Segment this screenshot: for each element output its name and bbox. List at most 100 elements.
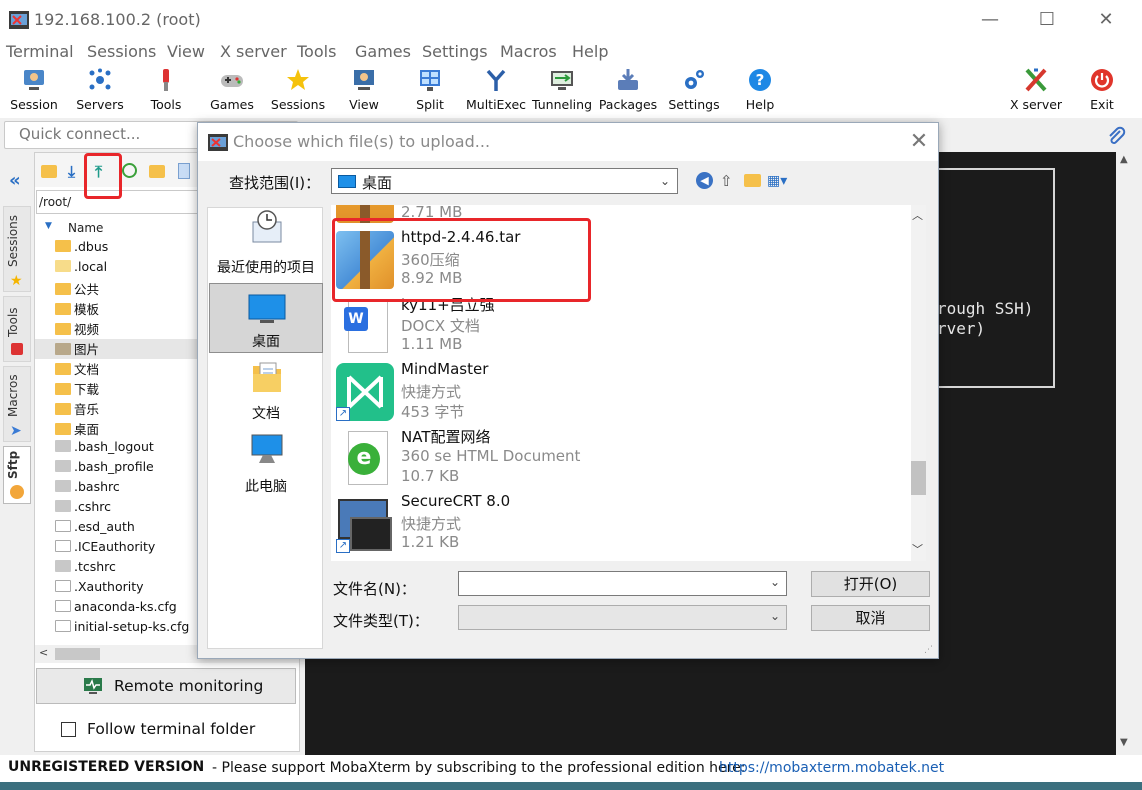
sftp-item[interactable]: 桌面 <box>55 419 99 439</box>
sftp-item-label: anaconda-ks.cfg <box>74 599 177 614</box>
toolbar-exit-button[interactable]: Exit <box>1069 64 1135 118</box>
download-icon[interactable]: ⤓ <box>68 162 75 182</box>
view-menu-icon[interactable]: ▦▾ <box>767 173 787 189</box>
sftp-item[interactable]: .bash_logout <box>55 439 154 459</box>
menu-view[interactable]: View <box>167 42 205 61</box>
toolbar-tunneling-button[interactable]: Tunneling <box>529 64 595 118</box>
scroll-thumb[interactable] <box>55 648 100 660</box>
toolbar-sessions-button[interactable]: Sessions <box>265 64 331 118</box>
toolbar-session-button[interactable]: Session <box>1 64 67 118</box>
sftp-item[interactable]: .bash_profile <box>55 459 154 479</box>
sftp-item[interactable]: .tcshrc <box>55 559 116 579</box>
cancel-button[interactable]: 取消 <box>811 605 930 631</box>
menu-games[interactable]: Games <box>355 42 411 61</box>
file-row[interactable]: ↗ MindMaster 快捷方式 453 字节 <box>331 357 905 423</box>
docx-icon: W <box>336 297 394 355</box>
sftp-item[interactable]: .cshrc <box>55 499 111 519</box>
sftp-item[interactable]: .dbus <box>55 239 108 259</box>
toolbar-multiexec-button[interactable]: MultiExec <box>463 64 529 118</box>
refresh-icon[interactable] <box>122 163 137 178</box>
remote-monitoring-button[interactable]: Remote monitoring <box>36 668 296 704</box>
maximize-button[interactable]: ☐ <box>1027 6 1067 34</box>
toolbar-packages-button[interactable]: Packages <box>595 64 661 118</box>
sftp-item[interactable]: .bashrc <box>55 479 120 499</box>
file-list-scrollbar[interactable]: ︿ ﹀ <box>911 205 926 561</box>
sftp-item[interactable]: 文档 <box>55 359 99 379</box>
sftp-item[interactable]: .ICEauthority <box>55 539 155 559</box>
name-column-header[interactable]: Name <box>68 221 103 235</box>
up-folder-icon[interactable]: ⇧ <box>720 172 733 190</box>
new-folder-icon[interactable] <box>744 174 761 187</box>
tab-macros[interactable]: Macros ➤ <box>3 366 31 442</box>
minimize-button[interactable]: — <box>970 6 1010 34</box>
sftp-item[interactable]: 下载 <box>55 379 99 399</box>
menu-settings[interactable]: Settings <box>422 42 488 61</box>
scroll-thumb[interactable] <box>911 461 926 495</box>
sftp-item[interactable]: 音乐 <box>55 399 99 419</box>
paperclip-icon[interactable] <box>1106 126 1126 146</box>
tab-sessions[interactable]: Sessions ★ <box>3 206 31 292</box>
new-folder-icon[interactable] <box>149 165 165 178</box>
menu-bar: Terminal Sessions View X server Tools Ga… <box>0 40 1142 64</box>
menu-terminal[interactable]: Terminal <box>6 42 74 61</box>
place-desktop[interactable]: 桌面 <box>209 283 323 353</box>
parent-folder-icon[interactable] <box>41 165 57 178</box>
sftp-item[interactable]: anaconda-ks.cfg <box>55 599 177 619</box>
tab-tools[interactable]: Tools <box>3 296 31 362</box>
chevron-down-icon[interactable]: ⌄ <box>770 609 780 623</box>
menu-x-server[interactable]: X server <box>220 42 287 61</box>
resize-grip-icon[interactable]: ⋰ <box>924 645 933 655</box>
look-in-dropdown[interactable]: 桌面 ⌄ <box>331 168 678 194</box>
file-row[interactable]: e NAT配置网络 360 se HTML Document 10.7 KB <box>331 423 905 489</box>
sftp-item[interactable]: .esd_auth <box>55 519 135 539</box>
file-row[interactable]: ↗ SecureCRT 8.0 快捷方式 1.21 KB <box>331 489 905 555</box>
scroll-down-icon[interactable]: ▼ <box>1120 737 1128 748</box>
expand-icon[interactable]: ▼ <box>45 221 52 231</box>
toolbar-split-button[interactable]: Split <box>397 64 463 118</box>
sftp-item[interactable]: 视频 <box>55 319 99 339</box>
menu-macros[interactable]: Macros <box>500 42 557 61</box>
sftp-item[interactable]: .local <box>55 259 107 279</box>
toolbar-help-button[interactable]: ? Help <box>727 64 793 118</box>
toolbar-servers-button[interactable]: Servers <box>67 64 133 118</box>
place-this-pc[interactable]: 此电脑 <box>209 429 323 499</box>
sftp-item[interactable]: initial-setup-ks.cfg <box>55 619 189 639</box>
new-file-icon[interactable] <box>178 163 190 179</box>
chevron-down-icon[interactable]: ⌄ <box>770 575 780 589</box>
remote-monitoring-label: Remote monitoring <box>114 677 264 695</box>
open-button[interactable]: 打开(O) <box>811 571 930 597</box>
file-type-select[interactable]: ⌄ <box>458 605 787 630</box>
collapse-panel-icon[interactable]: « <box>9 170 21 191</box>
menu-help[interactable]: Help <box>572 42 608 61</box>
scroll-down-icon[interactable]: ﹀ <box>912 541 923 557</box>
sftp-item-label: 视频 <box>74 322 100 337</box>
file-name-input[interactable]: ⌄ <box>458 571 787 596</box>
menu-sessions[interactable]: Sessions <box>87 42 156 61</box>
follow-checkbox[interactable] <box>61 722 76 737</box>
tab-sftp[interactable]: Sftp <box>3 446 31 504</box>
sftp-item[interactable]: 公共 <box>55 279 99 299</box>
sftp-item[interactable]: 模板 <box>55 299 99 319</box>
tunneling-icon <box>551 71 573 90</box>
place-recent[interactable]: 最近使用的项目 <box>209 210 323 280</box>
close-button[interactable]: ✕ <box>1086 6 1126 34</box>
dialog-close-button[interactable]: ✕ <box>904 128 934 156</box>
toolbar-tools-button[interactable]: Tools <box>133 64 199 118</box>
toolbar-settings-button[interactable]: Settings <box>661 64 727 118</box>
toolbar-x-server-button[interactable]: X server <box>1003 64 1069 118</box>
menu-tools[interactable]: Tools <box>297 42 336 61</box>
toolbar-games-button[interactable]: Games <box>199 64 265 118</box>
scroll-up-icon[interactable]: ▲ <box>1120 154 1128 165</box>
toolbar-view-button[interactable]: View <box>331 64 397 118</box>
chevron-down-icon[interactable]: ⌄ <box>660 174 670 188</box>
sftp-item[interactable]: .Xauthority <box>55 579 144 599</box>
mobaxterm-link[interactable]: https://mobaxterm.mobatek.net <box>719 760 944 776</box>
sftp-item-label: .ICEauthority <box>74 539 156 554</box>
file-name: SecureCRT 8.0 <box>401 492 511 510</box>
place-documents[interactable]: 文档 <box>209 356 323 426</box>
terminal-scrollbar[interactable]: ▲ ▼ <box>1116 152 1134 755</box>
back-icon[interactable]: ◀ <box>696 172 713 189</box>
scroll-up-icon[interactable]: ︿ <box>912 207 923 223</box>
scroll-left-icon[interactable]: < <box>39 646 48 659</box>
sftp-item-label: .Xauthority <box>74 579 144 594</box>
